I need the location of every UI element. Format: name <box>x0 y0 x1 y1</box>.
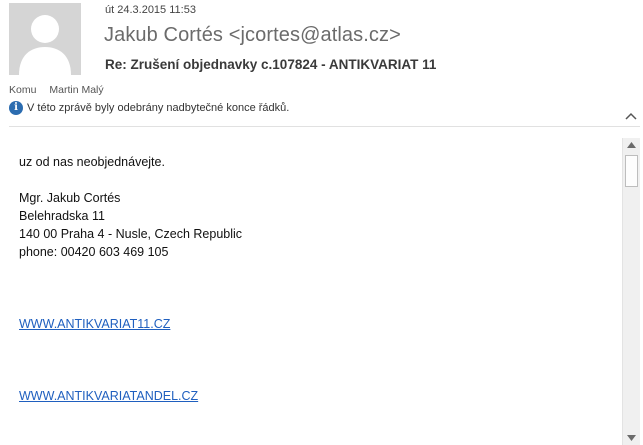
info-bar[interactable]: i V této zprávě byly odebrány nadbytečné… <box>9 101 289 115</box>
signature-city: 140 00 Praha 4 - Nusle, Czech Republic <box>19 227 243 241</box>
chevron-up-icon <box>625 112 637 120</box>
arrow-up-icon <box>627 142 636 148</box>
recipient-name[interactable]: Martin Malý <box>49 84 103 96</box>
scroll-up-button[interactable] <box>623 138 640 152</box>
signature-phone: phone: 00420 603 469 105 <box>19 245 169 259</box>
website-link-antikvariatandel[interactable]: WWW.ANTIKVARIATANDEL.CZ <box>19 389 198 403</box>
info-icon: i <box>9 101 23 115</box>
info-bar-text: V této zprávě byly odebrány nadbytečné k… <box>27 102 290 114</box>
message-subject: Re: Zrušení objednavky c.107824 - ANTIKV… <box>105 57 437 72</box>
message-date: út 24.3.2015 11:53 <box>105 4 196 16</box>
to-label: Komu <box>9 84 37 96</box>
blank-space <box>19 333 614 387</box>
recipients-row: Komu Martin Malý <box>9 84 104 96</box>
website-link-antikvariat11[interactable]: WWW.ANTIKVARIAT11.CZ <box>19 317 170 331</box>
signature-street: Belehradska 11 <box>19 209 105 223</box>
header-divider <box>9 126 640 127</box>
scroll-down-button[interactable] <box>623 431 640 445</box>
vertical-scrollbar[interactable] <box>622 138 640 445</box>
arrow-down-icon <box>627 435 636 441</box>
scroll-thumb[interactable] <box>625 155 638 187</box>
collapse-header-button[interactable] <box>625 108 637 120</box>
signature-name: Mgr. Jakub Cortés <box>19 191 121 205</box>
message-body[interactable]: uz od nas neobjednávejte. Mgr. Jakub Cor… <box>19 153 614 405</box>
sender-name[interactable]: Jakub Cortés <jcortes@atlas.cz> <box>104 24 401 47</box>
sender-avatar[interactable] <box>9 3 81 75</box>
body-line: uz od nas neobjednávejte. <box>19 155 165 169</box>
blank-space <box>19 261 614 315</box>
person-silhouette-icon <box>9 3 81 75</box>
